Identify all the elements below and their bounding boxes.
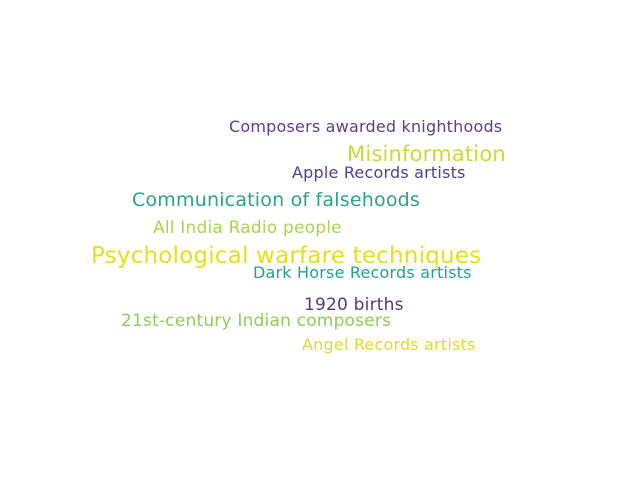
word: Communication of falsehoods xyxy=(132,189,420,211)
word: Angel Records artists xyxy=(302,335,476,354)
word: Dark Horse Records artists xyxy=(253,263,472,282)
word-cloud: Composers awarded knighthoods Misinforma… xyxy=(0,0,640,480)
word: Misinformation xyxy=(347,142,506,166)
word: All India Radio people xyxy=(153,218,342,238)
word: 21st-century Indian composers xyxy=(121,311,392,331)
word: Apple Records artists xyxy=(292,163,466,182)
word: Composers awarded knighthoods xyxy=(229,117,503,136)
